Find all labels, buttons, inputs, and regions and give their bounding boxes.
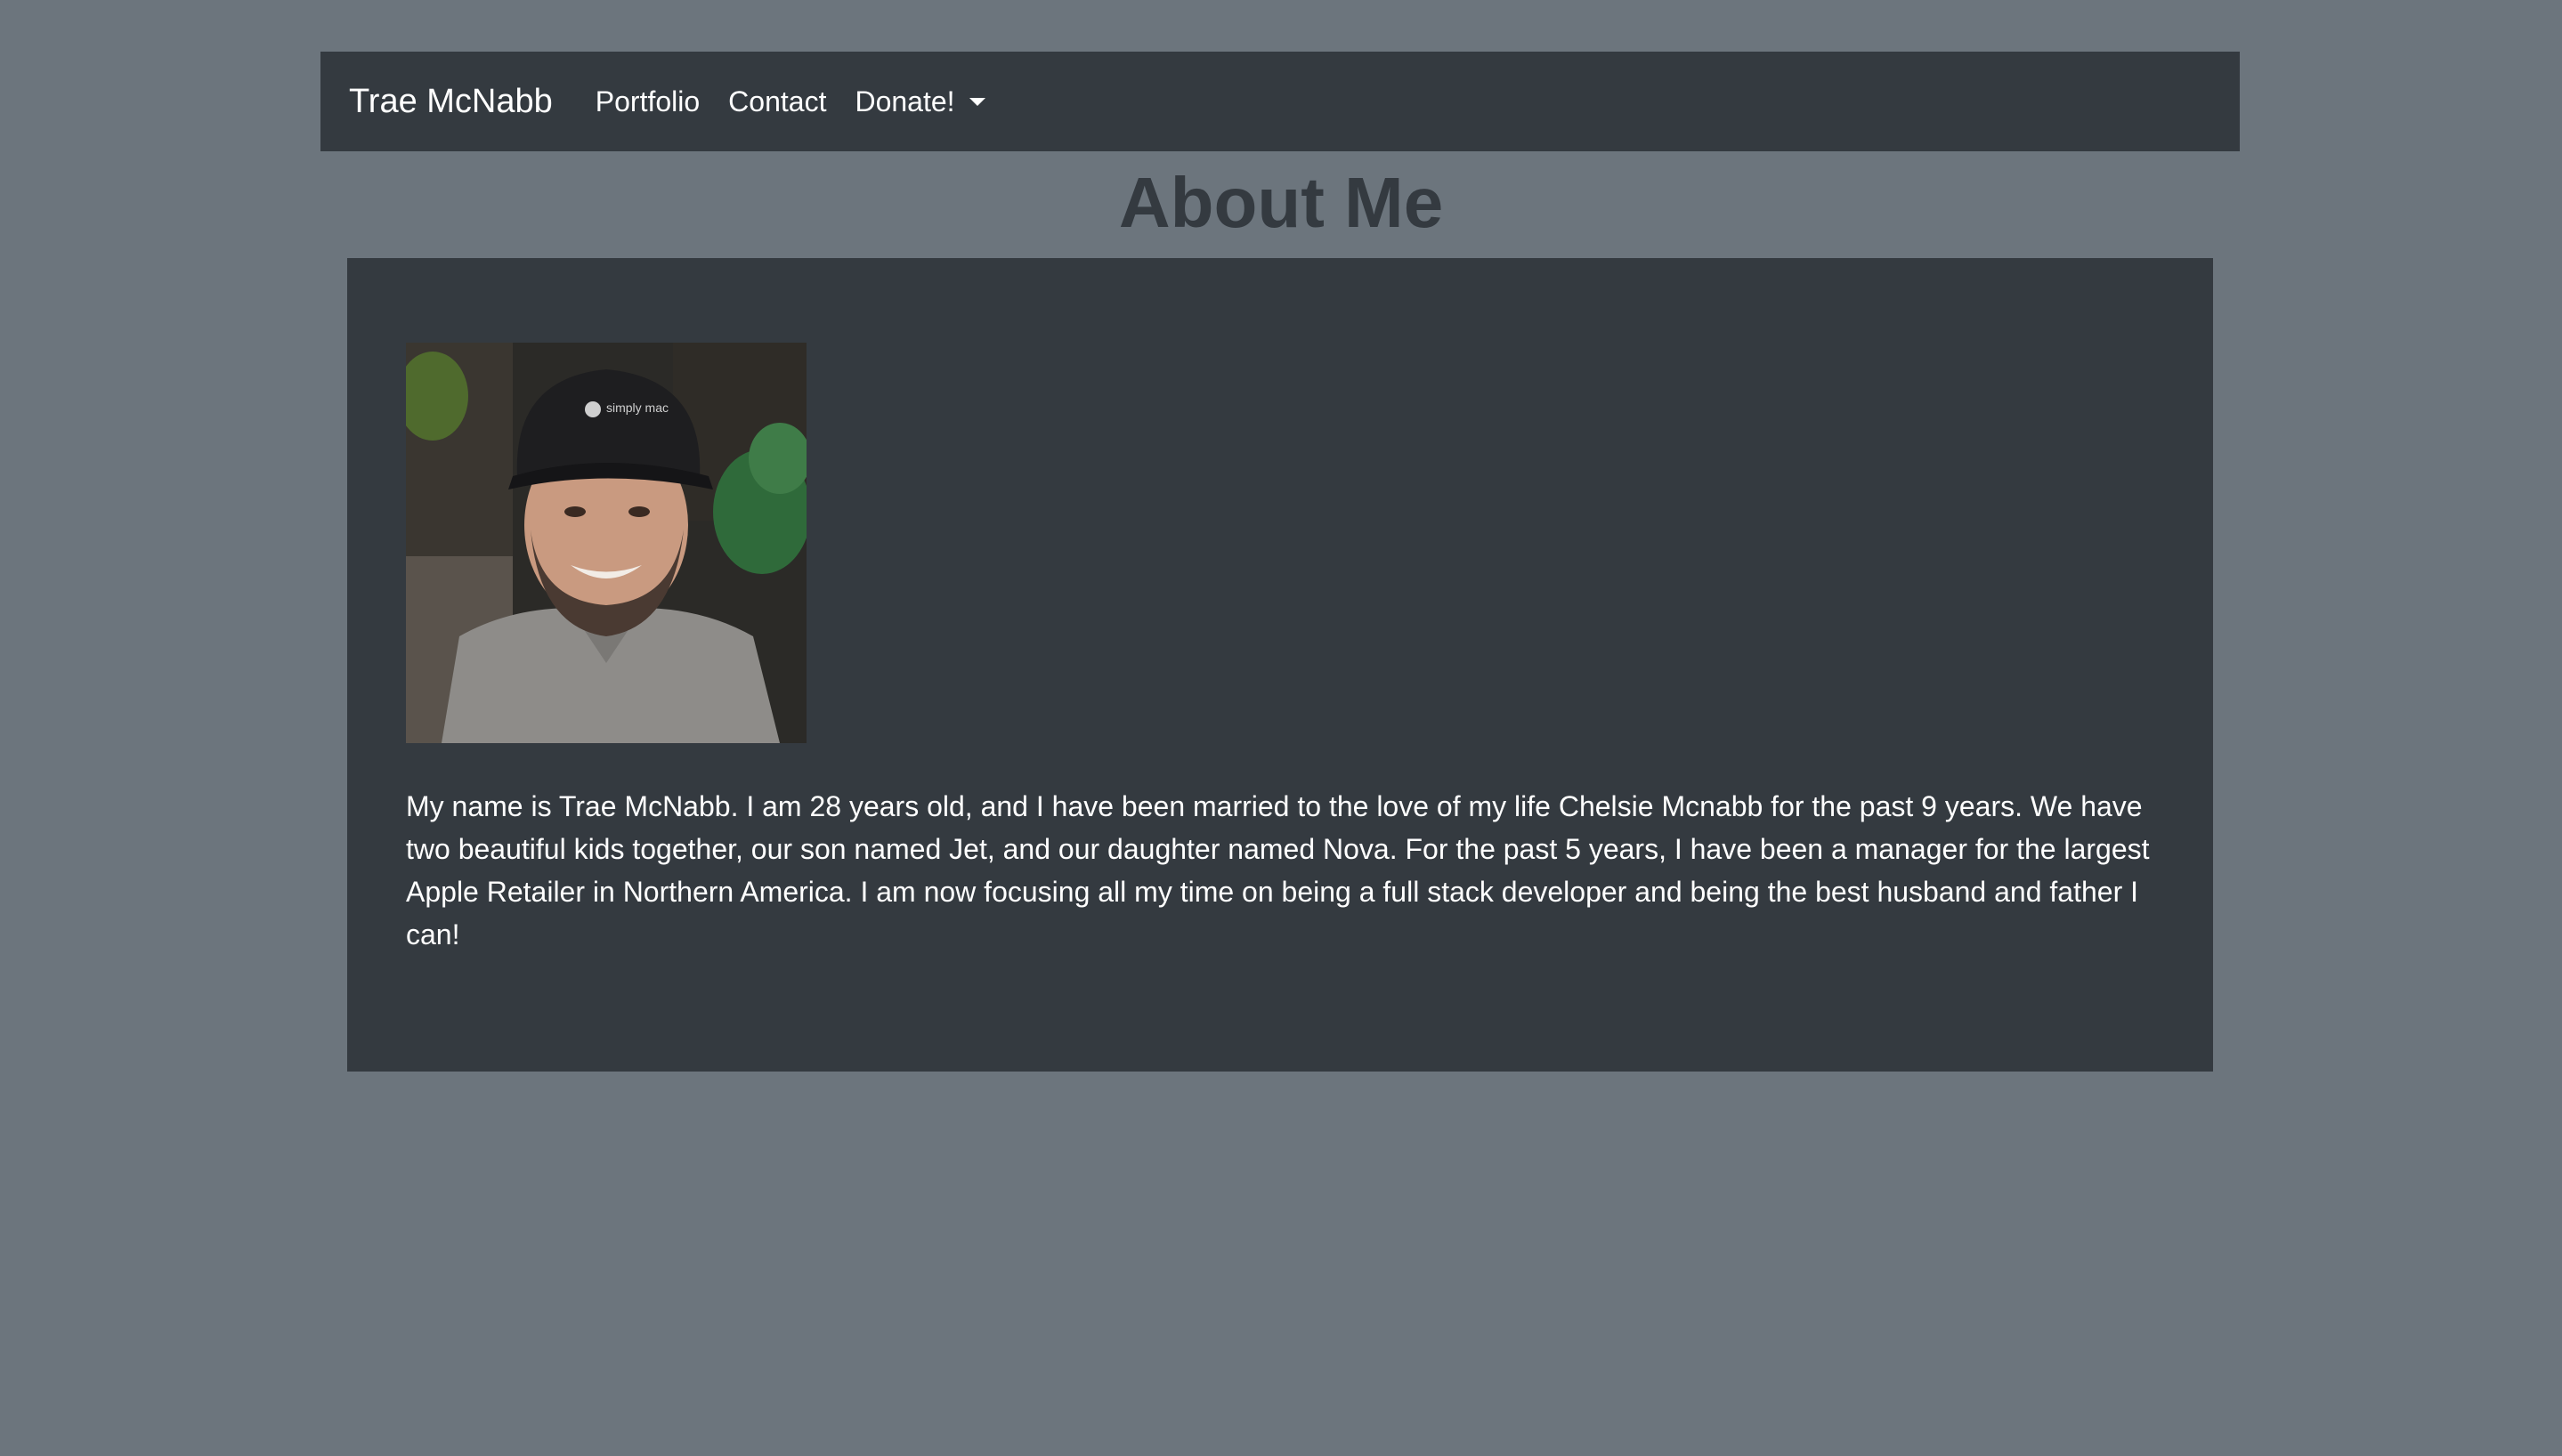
navbar: Trae McNabb Portfolio Contact Donate! [320,52,2240,151]
bio-paragraph: My name is Trae McNabb. I am 28 years ol… [406,790,2150,950]
cap-logo-text: simply mac [606,400,669,415]
caret-down-icon [969,97,985,106]
nav-link-portfolio[interactable]: Portfolio [596,85,700,118]
about-card: simply mac My name is Trae McNabb. I am … [347,258,2213,1072]
nav-link-contact[interactable]: Contact [728,85,826,118]
donate-dropdown-label: Donate! [855,85,955,117]
page-title: About Me [1118,163,1444,242]
profile-photo: simply mac [406,343,807,743]
brand-link[interactable]: Trae McNabb [349,83,553,121]
donate-dropdown[interactable]: Donate! [855,85,985,118]
